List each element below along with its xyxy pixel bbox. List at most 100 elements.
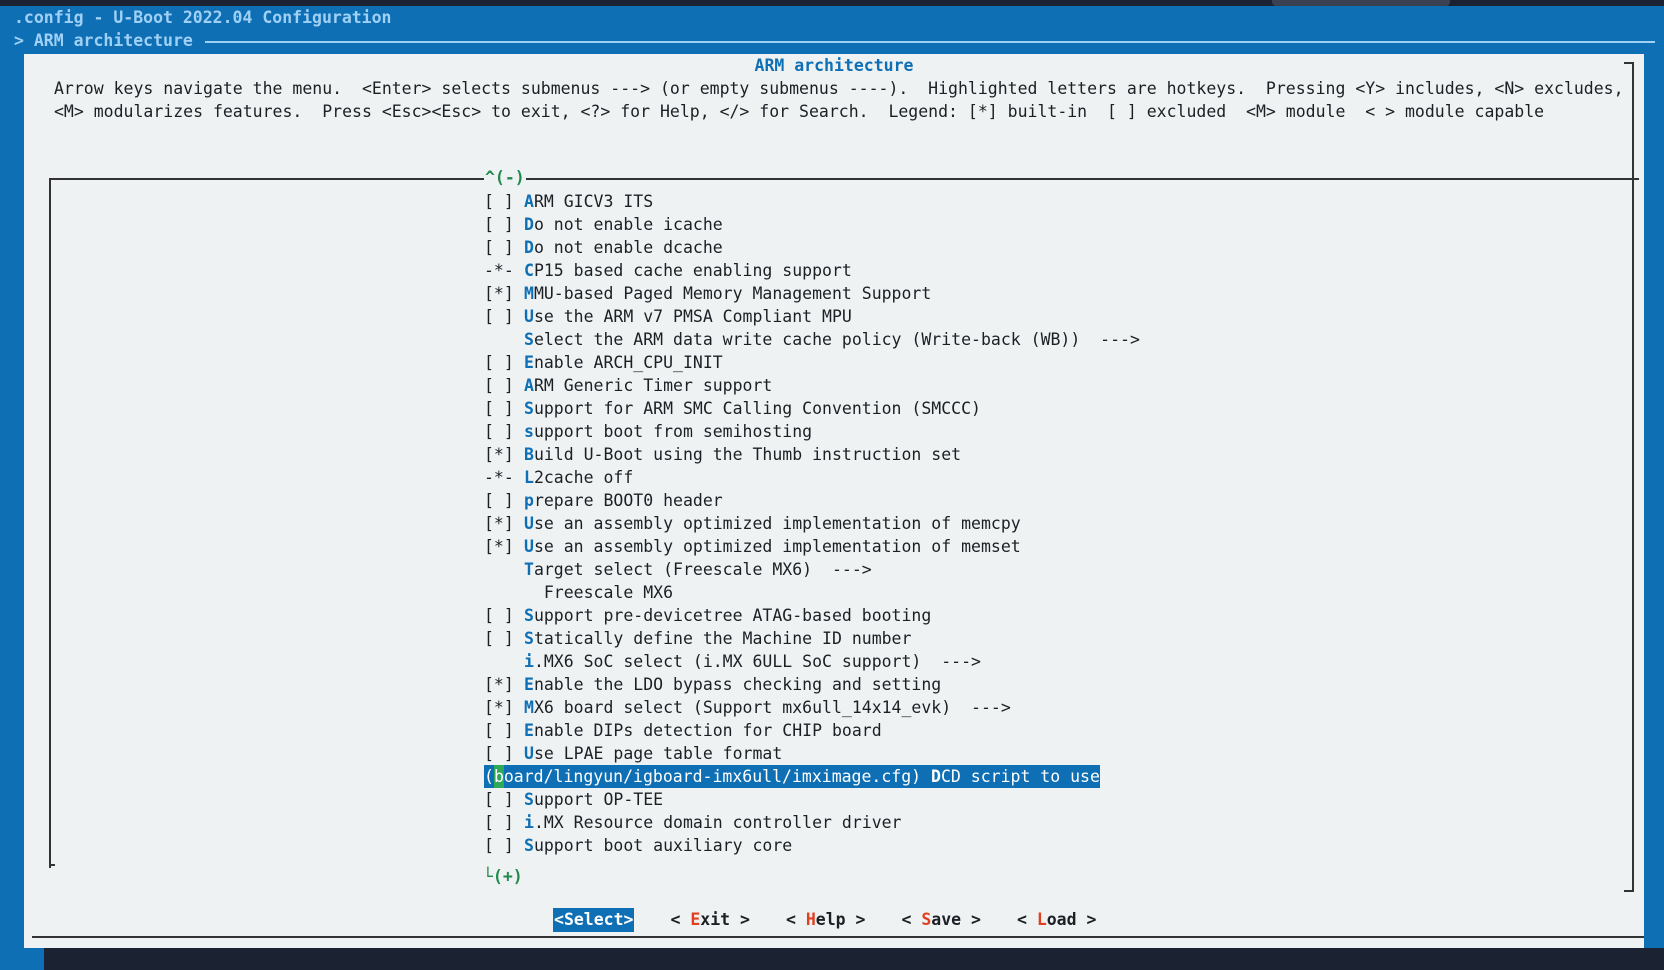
menu-item[interactable]: [*] M X6 board select (Support mx6ull_14x1… (484, 696, 1584, 719)
item-hotkey: S (524, 399, 534, 418)
menu-item[interactable]: [*] Use an assembly optimized implementat… (484, 512, 1584, 535)
terminal-bottom-blue (0, 948, 44, 970)
item-hotkey: U (524, 307, 534, 326)
menu-item[interactable]: [ ] Support pre-devicetree ATAG-based boo… (484, 604, 1584, 627)
item-label: P15 based cache enabling support (533, 261, 852, 280)
item-checkbox: [ ] (484, 721, 514, 740)
menuconfig-dialog: ARM architecture Arrow keys navigate the… (24, 54, 1644, 948)
item-label: RM Generic Timer support (533, 376, 773, 395)
menu-item[interactable]: [*] Build U-Boot using the Thumb instruct… (484, 443, 1584, 466)
button-bar: <Select> < Exit > < Help > < Save > < Load > (553, 908, 1132, 932)
menu-item[interactable]: [ ] Enable DIPs detection for CHIP board (484, 719, 1584, 742)
selected-value: oard/lingyun/igboard-imx6ull/imximage.cf… (503, 767, 932, 786)
button-hotkey: S (563, 910, 574, 929)
menu-item[interactable]: [ ] i .MX Resource domain controller drive… (484, 811, 1584, 834)
item-checkbox: [ ] (484, 215, 514, 234)
item-hotkey: U (524, 744, 534, 763)
item-label: upport for ARM SMC Calling Convention (S… (533, 399, 981, 418)
menu-item[interactable]: [ ] A RM Generic Timer support (484, 374, 1584, 397)
item-checkbox (484, 581, 524, 604)
item-checkbox: [ ] (484, 192, 514, 211)
menu-item[interactable]: [ ] Support OP-TEE (484, 788, 1584, 811)
item-label: o not enable dcache (533, 238, 723, 257)
menu-item[interactable]: -*- C P15 based cache enabling support (484, 259, 1584, 282)
menu-item[interactable]: [ ] Do not enable dcache (484, 236, 1584, 259)
item-checkbox: [ ] (484, 422, 514, 441)
menu-item[interactable]: [ ] Do not enable icache (484, 213, 1584, 236)
menu-item[interactable]: -*- L 2cache off (484, 466, 1584, 489)
item-checkbox (484, 328, 524, 351)
item-label: MU-based Paged Memory Management Support (533, 284, 932, 303)
menu-item[interactable]: [ ] p repare BOOT0 header (484, 489, 1584, 512)
item-hotkey: p (524, 491, 534, 510)
menu-item-selected[interactable]: (b oard/lingyun/igboard-imx6ull/imximage.… (484, 765, 1100, 788)
config-title: .config - U-Boot 2022.04 Configuration (14, 8, 392, 27)
item-label: tatically define the Machine ID number (533, 629, 912, 648)
scroll-up-indicator[interactable]: ^(-) (484, 167, 526, 189)
scroll-down-indicator[interactable]: └(+) (482, 866, 524, 888)
menu-item[interactable]: [*] Enable the LDO bypass checking and se… (484, 673, 1584, 696)
item-hotkey: s (524, 422, 534, 441)
item-hotkey: D (931, 767, 941, 786)
item-hotkey: E (524, 675, 534, 694)
menu-item[interactable]: [ ] A RM GICV3 ITS (484, 190, 1584, 213)
item-hotkey: i (524, 652, 534, 671)
button-bracket: < (901, 910, 922, 929)
load-button[interactable]: < Load > (1017, 908, 1096, 932)
terminal-top-bar (0, 0, 1664, 6)
button-bracket: < (1016, 910, 1037, 929)
save-button[interactable]: < Save > (901, 908, 980, 932)
item-checkbox: [*] (484, 537, 514, 556)
menu-item[interactable]: [ ] Use LPAE page table format (484, 742, 1584, 765)
menu-box-bottom-corner (49, 864, 55, 866)
terminal-tab-stub[interactable] (1272, 0, 1450, 6)
item-label: CD script to use (940, 767, 1100, 786)
menu-item[interactable]: [ ] Enable ARCH_CPU_INIT (484, 351, 1584, 374)
menu-item[interactable]: [ ] Support boot auxiliary core (484, 834, 1584, 857)
menu-box-left-border (49, 178, 51, 868)
item-label: repare BOOT0 header (533, 491, 723, 510)
item-checkbox: [*] (484, 698, 514, 717)
item-label: X6 board select (Support mx6ull_14x14_ev… (533, 698, 1011, 717)
item-hotkey: A (524, 192, 534, 211)
item-checkbox: [ ] (484, 376, 514, 395)
menu-item[interactable]: Freescale MX6 (484, 581, 1584, 604)
button-label: oad > (1046, 910, 1097, 929)
menu-item[interactable]: Target select (Freescale MX6) ---> (484, 558, 1584, 581)
item-label: nable ARCH_CPU_INIT (533, 353, 723, 372)
item-checkbox (484, 558, 524, 581)
item-hotkey: D (524, 238, 534, 257)
item-label: upport boot auxiliary core (533, 836, 793, 855)
menu-item[interactable]: [ ] Support for ARM SMC Calling Conventio… (484, 397, 1584, 420)
button-bar-rule (32, 936, 1644, 938)
item-hotkey: E (524, 353, 534, 372)
item-hotkey: S (524, 606, 534, 625)
exit-button[interactable]: < Exit > (670, 908, 749, 932)
selected-row-wrapper: (b oard/lingyun/igboard-imx6ull/imximage.… (484, 765, 1584, 788)
menu-item[interactable]: [ ] s upport boot from semihosting (484, 420, 1584, 443)
item-hotkey: M (524, 284, 534, 303)
menu-item[interactable]: Select the ARM data write cache policy (… (484, 328, 1584, 351)
item-hotkey: S (524, 629, 534, 648)
select-button[interactable]: <Select> (553, 908, 635, 932)
button-bracket: < (554, 910, 564, 929)
menu-item[interactable]: i .MX6 SoC select (i.MX 6ULL SoC support)… (484, 650, 1584, 673)
item-hotkey: M (524, 698, 534, 717)
menu-item[interactable]: [ ] Statically define the Machine ID numb… (484, 627, 1584, 650)
menu-item[interactable]: [ ] Use the ARM v7 PMSA Compliant MPU (484, 305, 1584, 328)
menu-item[interactable]: [*] Use an assembly optimized implementat… (484, 535, 1584, 558)
item-hotkey: A (524, 376, 534, 395)
menu-item[interactable]: [*] M MU-based Paged Memory Management Sup… (484, 282, 1584, 305)
item-hotkey: C (524, 261, 534, 280)
item-label: RM GICV3 ITS (533, 192, 654, 211)
item-label: se an assembly optimized implementation … (533, 514, 1021, 533)
item-checkbox: [ ] (484, 491, 514, 510)
item-checkbox: [ ] (484, 744, 514, 763)
breadcrumb-rule (205, 41, 1655, 43)
item-checkbox: -*- (484, 468, 514, 487)
selected-open-paren: ( (484, 767, 494, 786)
item-hotkey: U (524, 514, 534, 533)
button-hotkey: L (1036, 910, 1047, 929)
help-button[interactable]: < Help > (786, 908, 865, 932)
item-label: elect the ARM data write cache policy (W… (533, 330, 1140, 349)
